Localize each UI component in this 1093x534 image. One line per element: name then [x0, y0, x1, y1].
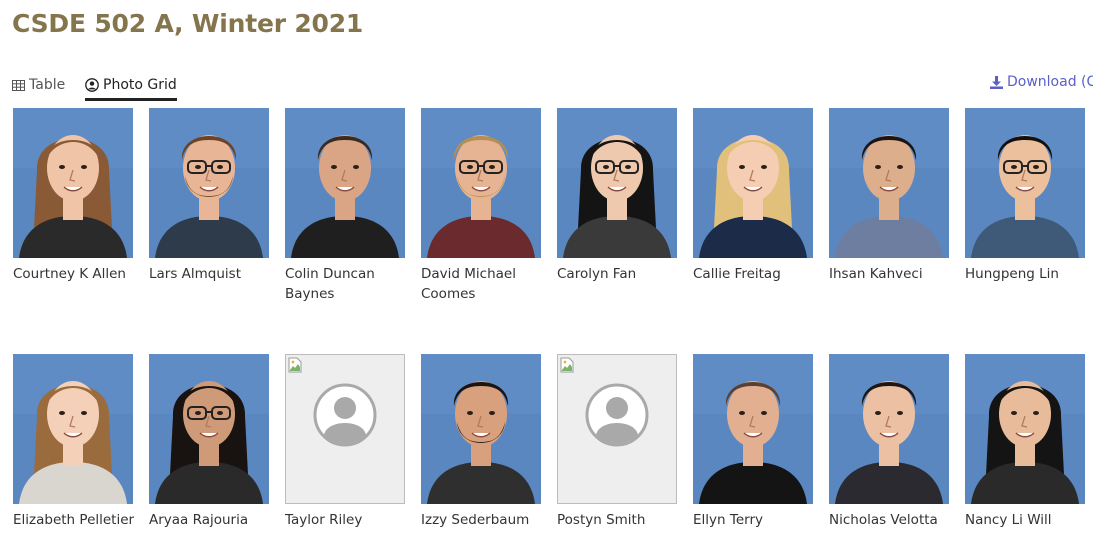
portrait-image [285, 108, 405, 258]
student-card[interactable]: Lars Almquist [149, 108, 269, 284]
student-photo [13, 108, 133, 258]
student-name[interactable]: Courtney K Allen [13, 264, 138, 284]
student-name[interactable]: Postyn Smith [557, 510, 682, 530]
student-photo [149, 108, 269, 258]
student-name[interactable]: Carolyn Fan [557, 264, 682, 284]
tab-photo-grid-label: Photo Grid [103, 77, 177, 93]
student-card[interactable]: Postyn Smith [557, 354, 677, 530]
student-card[interactable]: Courtney K Allen [13, 108, 133, 284]
tab-photo-grid[interactable]: Photo Grid [85, 72, 177, 101]
student-name[interactable]: Izzy Sederbaum [421, 510, 546, 530]
portrait-image [829, 108, 949, 258]
student-name[interactable]: Nancy Li Will [965, 510, 1090, 530]
student-photo [829, 108, 949, 258]
tab-table[interactable]: Table [12, 72, 65, 98]
student-card[interactable]: Colin Duncan Baynes [285, 108, 405, 304]
broken-image-icon [288, 357, 302, 373]
download-icon [990, 75, 1003, 89]
portrait-image [149, 354, 269, 504]
user-placeholder-icon [585, 383, 649, 447]
download-label: Download (C [1007, 74, 1093, 90]
student-photo [829, 354, 949, 504]
student-name[interactable]: Elizabeth Pelletier [13, 510, 138, 530]
student-card[interactable]: Nicholas Velotta [829, 354, 949, 530]
student-name[interactable]: Ihsan Kahveci [829, 264, 954, 284]
student-card[interactable]: Callie Freitag [693, 108, 813, 284]
portrait-image [149, 108, 269, 258]
table-icon [12, 79, 25, 91]
student-name[interactable]: Callie Freitag [693, 264, 818, 284]
portrait-image [557, 108, 677, 258]
student-card[interactable]: Ellyn Terry [693, 354, 813, 530]
student-name[interactable]: Hungpeng Lin [965, 264, 1090, 284]
student-name[interactable]: Lars Almquist [149, 264, 274, 284]
portrait-image [965, 354, 1085, 504]
student-photo [149, 354, 269, 504]
download-link[interactable]: Download (C [990, 74, 1093, 90]
portrait-image [13, 354, 133, 504]
portrait-image [13, 108, 133, 258]
tab-table-label: Table [29, 77, 66, 93]
student-photo [693, 354, 813, 504]
student-card[interactable]: Taylor Riley [285, 354, 405, 530]
student-card[interactable]: Aryaa Rajouria [149, 354, 269, 530]
student-photo [693, 108, 813, 258]
placeholder-photo [285, 354, 405, 504]
placeholder-photo [557, 354, 677, 504]
student-name[interactable]: Taylor Riley [285, 510, 410, 530]
student-name[interactable]: Aryaa Rajouria [149, 510, 274, 530]
page-title: CSDE 502 A, Winter 2021 [12, 9, 364, 38]
student-photo [421, 354, 541, 504]
student-name[interactable]: Colin Duncan Baynes [285, 264, 410, 304]
portrait-image [829, 354, 949, 504]
student-photo [965, 354, 1085, 504]
portrait-image [693, 354, 813, 504]
student-photo [557, 108, 677, 258]
student-photo [13, 354, 133, 504]
user-placeholder-icon [313, 383, 377, 447]
student-card[interactable]: Ihsan Kahveci [829, 108, 949, 284]
student-photo [421, 108, 541, 258]
student-card[interactable]: David Michael Coomes [421, 108, 541, 304]
student-name[interactable]: Ellyn Terry [693, 510, 818, 530]
portrait-image [965, 108, 1085, 258]
portrait-image [421, 354, 541, 504]
portrait-image [693, 108, 813, 258]
student-card[interactable]: Izzy Sederbaum [421, 354, 541, 530]
student-card[interactable]: Carolyn Fan [557, 108, 677, 284]
view-tabs: Table Photo Grid [12, 72, 212, 101]
student-name[interactable]: Nicholas Velotta [829, 510, 954, 530]
student-photo [285, 108, 405, 258]
student-card[interactable]: Hungpeng Lin [965, 108, 1085, 284]
portrait-image [421, 108, 541, 258]
student-card[interactable]: Nancy Li Will [965, 354, 1085, 530]
student-name[interactable]: David Michael Coomes [421, 264, 546, 304]
user-circle-icon [85, 78, 99, 92]
broken-image-icon [560, 357, 574, 373]
student-card[interactable]: Elizabeth Pelletier [13, 354, 134, 530]
student-photo [965, 108, 1085, 258]
